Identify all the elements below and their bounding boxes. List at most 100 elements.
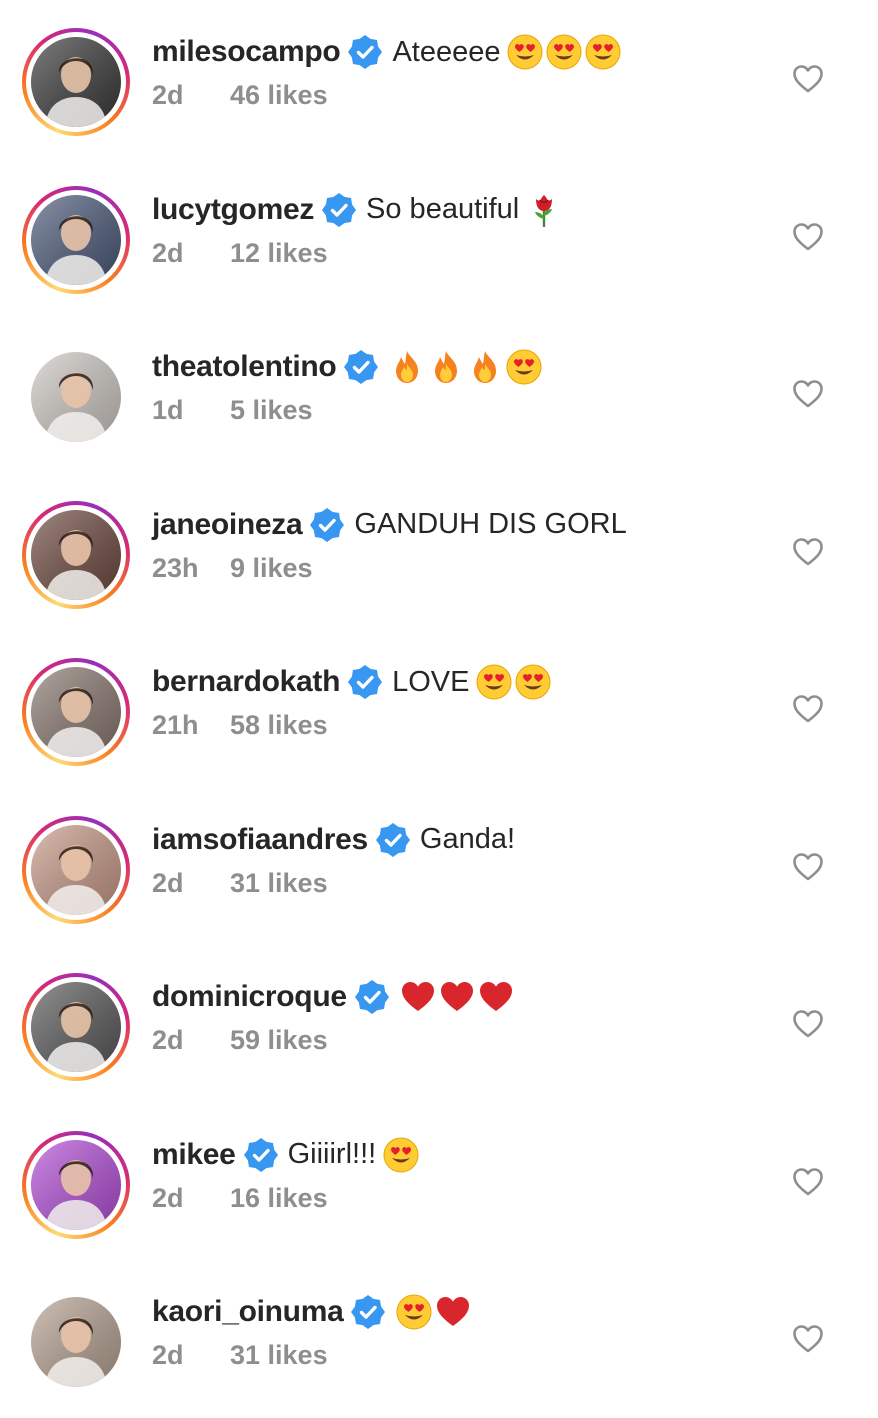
username-link[interactable]: bernardokath (152, 665, 340, 699)
avatar-image (31, 667, 121, 757)
comment-meta: 21h 58 likes (152, 710, 768, 741)
comment-meta: 1d 5 likes (152, 395, 768, 426)
likes-count-link[interactable]: 31 likes (230, 868, 328, 899)
comment-row: kaori_oinuma 2d 31 likes (0, 1260, 878, 1418)
heart-eyes-emoji-icon (545, 33, 583, 71)
verified-badge-icon (351, 1295, 386, 1329)
username-link[interactable]: janeoineza (152, 508, 303, 542)
like-heart-icon[interactable] (792, 1324, 824, 1354)
like-heart-icon[interactable] (792, 537, 824, 567)
comment-meta: 2d 31 likes (152, 868, 768, 899)
username-link[interactable]: dominicroque (152, 980, 347, 1014)
like-heart-icon[interactable] (792, 694, 824, 724)
likes-count-link[interactable]: 9 likes (230, 553, 313, 584)
red-heart-emoji-icon (434, 1293, 472, 1331)
avatar-image (31, 982, 121, 1072)
timestamp: 2d (152, 867, 184, 898)
avatar-story-ring[interactable] (22, 1130, 130, 1239)
like-heart-icon[interactable] (792, 379, 824, 409)
comment-row: lucytgomez So beautiful 2d 12 likes (0, 158, 878, 316)
avatar-frame (26, 662, 126, 762)
avatar-story-ring[interactable] (22, 185, 130, 294)
avatar-frame (26, 1134, 126, 1235)
comment-row: theatolentino 1d 5 likes (0, 315, 878, 473)
like-heart-icon[interactable] (792, 1167, 824, 1197)
emoji-group (395, 1293, 473, 1331)
comment-body: mikee Giiiirl!!! 2d 16 likes (152, 1133, 768, 1214)
avatar-frame (26, 819, 126, 920)
comment-body: iamsofiaandres Ganda! 2d 31 likes (152, 818, 768, 899)
comment-line: theatolentino (152, 345, 768, 389)
avatar[interactable] (22, 343, 130, 451)
timestamp: 2d (152, 80, 184, 110)
comment-text: So beautiful (366, 193, 520, 225)
avatar-frame (26, 977, 126, 1077)
timestamp: 2d (152, 1025, 184, 1055)
comment-text: LOVE (392, 665, 470, 698)
likes-count-link[interactable]: 46 likes (230, 80, 328, 111)
username-link[interactable]: mikee (152, 1138, 236, 1172)
comment-line: lucytgomez So beautiful (152, 188, 768, 232)
avatar-story-ring[interactable] (22, 658, 130, 766)
comment-meta: 2d 12 likes (152, 238, 768, 269)
emoji-group (399, 978, 516, 1016)
like-heart-icon[interactable] (792, 852, 824, 882)
emoji-group (475, 663, 553, 701)
timestamp: 2d (152, 1182, 184, 1213)
timestamp: 1d (152, 395, 184, 425)
heart-eyes-emoji-icon (505, 348, 543, 386)
likes-count-link[interactable]: 12 likes (230, 238, 328, 269)
likes-count-link[interactable]: 5 likes (230, 395, 313, 426)
comment-body: dominicroque 2d 59 likes (152, 975, 768, 1056)
heart-eyes-emoji-icon (475, 663, 513, 701)
comment-meta: 2d 46 likes (152, 80, 768, 111)
likes-count-link[interactable]: 59 likes (230, 1025, 328, 1056)
username-link[interactable]: milesocampo (152, 35, 341, 69)
likes-count-link[interactable]: 31 likes (230, 1340, 328, 1371)
comment-row: mikee Giiiirl!!! 2d 16 likes (0, 1103, 878, 1261)
avatar-image (31, 509, 121, 600)
comment-body: janeoineza GANDUH DIS GORL 23h 9 likes (152, 503, 768, 584)
red-heart-emoji-icon (399, 978, 437, 1016)
avatar-image (31, 352, 121, 442)
heart-eyes-emoji-icon (395, 1293, 433, 1331)
avatar-story-ring[interactable] (22, 815, 130, 924)
comment-row: bernardokath LOVE 21h 58 likes (0, 630, 878, 788)
username-link[interactable]: theatolentino (152, 350, 337, 384)
comment-text: Giiiirl!!! (287, 1138, 377, 1170)
rose-emoji-icon (525, 191, 563, 229)
avatar-image (31, 824, 121, 915)
comment-text: GANDUH DIS GORL (354, 508, 627, 540)
comment-row: dominicroque 2d 59 likes (0, 945, 878, 1103)
fire-emoji-icon (427, 348, 465, 386)
verified-badge-icon (354, 980, 389, 1014)
like-heart-icon[interactable] (792, 222, 824, 252)
avatar[interactable] (22, 1288, 130, 1396)
like-heart-icon[interactable] (792, 1009, 824, 1039)
verified-badge-icon (348, 35, 383, 69)
avatar-story-ring[interactable] (22, 28, 130, 136)
comment-body: kaori_oinuma 2d 31 likes (152, 1290, 768, 1371)
avatar-frame (26, 189, 126, 290)
verified-badge-icon (375, 822, 410, 857)
username-link[interactable]: iamsofiaandres (152, 823, 368, 857)
timestamp: 23h (152, 552, 199, 583)
comment-row: janeoineza GANDUH DIS GORL 23h 9 likes (0, 473, 878, 631)
like-heart-icon[interactable] (792, 64, 824, 94)
avatar-frame (26, 347, 126, 447)
username-link[interactable]: lucytgomez (152, 193, 314, 227)
emoji-group (388, 348, 544, 386)
timestamp: 2d (152, 1340, 184, 1370)
avatar-story-ring[interactable] (22, 973, 130, 1081)
timestamp: 21h (152, 710, 199, 740)
likes-count-link[interactable]: 58 likes (230, 710, 328, 741)
avatar-story-ring[interactable] (22, 500, 130, 609)
likes-count-link[interactable]: 16 likes (230, 1183, 328, 1214)
comment-meta: 2d 59 likes (152, 1025, 768, 1056)
fire-emoji-icon (466, 348, 504, 386)
username-link[interactable]: kaori_oinuma (152, 1295, 344, 1329)
red-heart-emoji-icon (438, 978, 476, 1016)
verified-badge-icon (243, 1137, 278, 1172)
comment-line: kaori_oinuma (152, 1290, 768, 1334)
fire-emoji-icon (388, 348, 426, 386)
